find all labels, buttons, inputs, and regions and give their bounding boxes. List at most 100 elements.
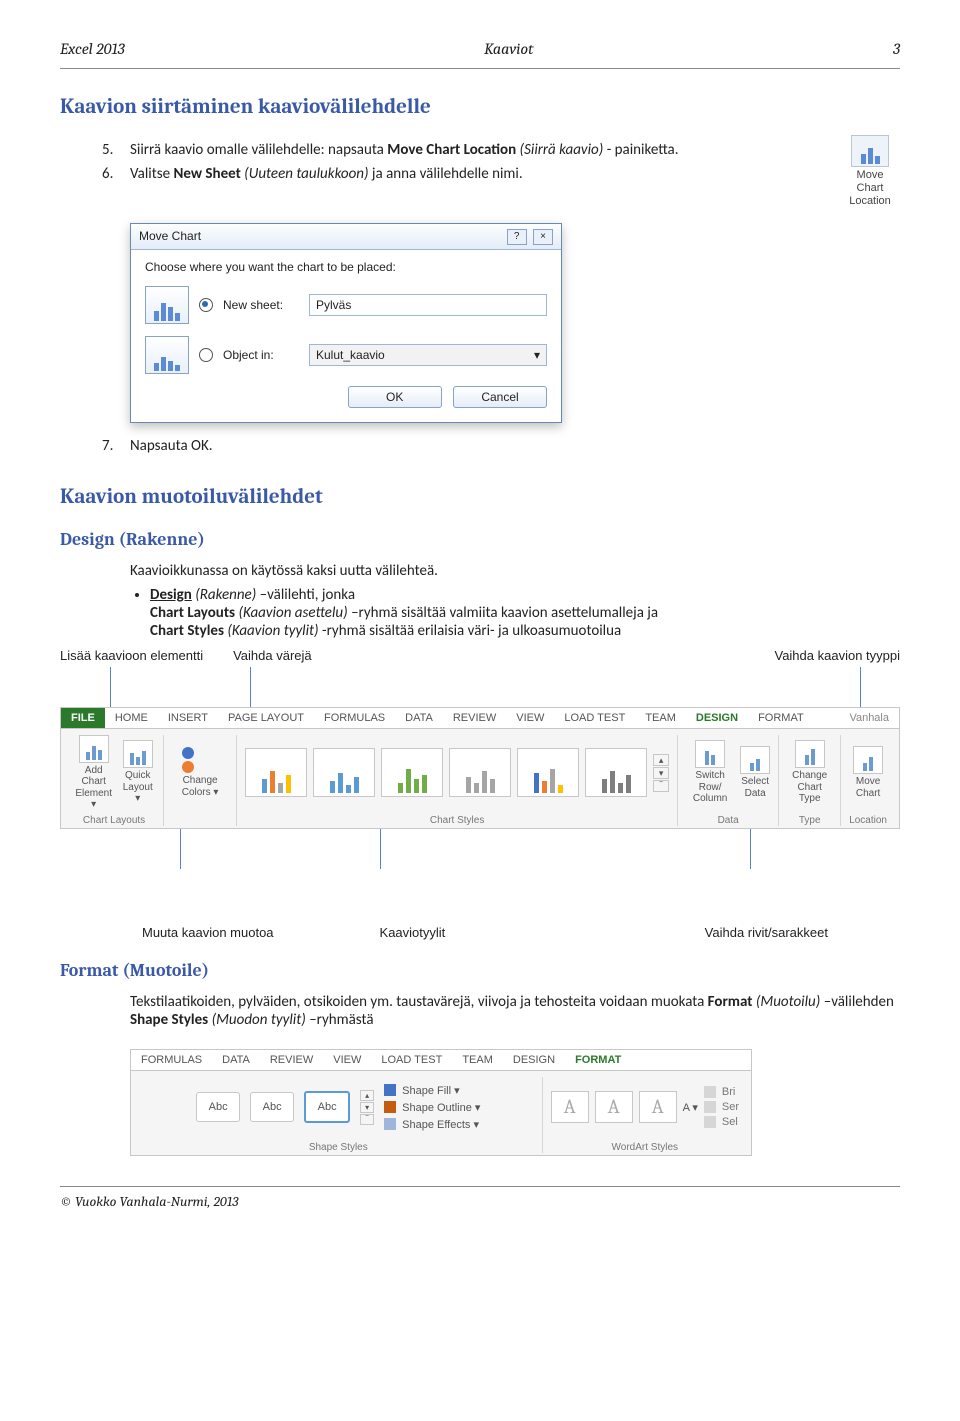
item-bold: Move Chart Location	[387, 141, 516, 159]
list-item: 7. Napsauta OK.	[130, 437, 900, 455]
chart-style-thumb[interactable]	[517, 748, 579, 797]
tab-view[interactable]: VIEW	[323, 1050, 371, 1070]
tab-home[interactable]: HOME	[105, 708, 158, 728]
header-left: Excel 2013	[60, 40, 125, 58]
shape-outline-button[interactable]: Shape Outline ▾	[384, 1101, 480, 1114]
object-in-combo[interactable]: Kulut_kaavio ▾	[309, 344, 547, 366]
styles-gallery-expand[interactable]: ▴ ▾ ‾	[653, 754, 669, 792]
radio-new-sheet[interactable]	[199, 298, 213, 312]
wordart-style-thumb[interactable]: A	[595, 1091, 633, 1123]
move-chart-button[interactable]: Move Chart	[853, 746, 883, 799]
change-colors-button[interactable]: Change Colors ▾	[182, 747, 219, 798]
send-back-button[interactable]: Ser	[704, 1101, 739, 1113]
button-label: A ▾	[683, 1101, 698, 1114]
new-sheet-name-input[interactable]: Pylväs	[309, 294, 547, 316]
styles-gallery-expand[interactable]: ▴ ▾ ‾	[360, 1090, 374, 1125]
group-label: Shape Styles	[143, 1142, 534, 1153]
tab-pagelayout[interactable]: PAGE LAYOUT	[218, 708, 314, 728]
item-bold: Chart Layouts	[150, 604, 235, 622]
item-text: ja anna välilehdelle nimi.	[372, 165, 523, 183]
annot-add-element: Lisää kaavioon elementti	[60, 648, 203, 663]
shape-fill-button[interactable]: Shape Fill ▾	[384, 1084, 460, 1097]
group-label: Data	[686, 815, 770, 826]
tab-format[interactable]: FORMAT	[565, 1050, 631, 1070]
tab-team[interactable]: TEAM	[452, 1050, 503, 1070]
add-chart-element-button[interactable]: Add Chart Element ▾	[73, 735, 114, 811]
text-fill-button[interactable]: A ▾	[683, 1101, 698, 1114]
option-object-in[interactable]: Object in: Kulut_kaavio ▾	[145, 336, 547, 374]
select-data-icon	[740, 746, 770, 774]
wordart-style-thumb[interactable]: A	[551, 1091, 589, 1123]
switch-row-col-button[interactable]: Switch Row/ Column	[686, 740, 734, 805]
group-shape-styles: Abc Abc Abc ▴ ▾ ‾ Shape Fill ▾ Shape Out…	[135, 1077, 543, 1153]
ribbon-tabs: FORMULAS DATA REVIEW VIEW LOAD TEST TEAM…	[131, 1050, 751, 1071]
combo-value: Kulut_kaavio	[316, 345, 385, 365]
tab-loadtest[interactable]: LOAD TEST	[554, 708, 635, 728]
tab-data[interactable]: DATA	[395, 708, 443, 728]
cancel-button[interactable]: Cancel	[453, 386, 547, 408]
tab-insert[interactable]: INSERT	[158, 708, 218, 728]
quick-layout-button[interactable]: Quick Layout ▾	[120, 740, 155, 805]
item-text: –ryhmästä	[309, 1011, 373, 1029]
button-label: Quick Layout ▾	[123, 770, 153, 804]
chart-style-thumb[interactable]	[449, 748, 511, 797]
tab-review[interactable]: REVIEW	[260, 1050, 323, 1070]
item-ital: (Kaavion asettelu)	[235, 604, 348, 622]
item-ital: (Muodon tyylit)	[212, 1011, 306, 1029]
list-item: Design (Rakenne) –välilehti, jonka Chart…	[150, 586, 900, 640]
chart-style-thumb[interactable]	[381, 748, 443, 797]
section2-bullets: Design (Rakenne) –välilehti, jonka Chart…	[60, 586, 900, 640]
option-label: Object in:	[223, 348, 299, 362]
annot-change-type: Vaihda kaavion tyyppi	[774, 648, 900, 663]
tab-review[interactable]: REVIEW	[443, 708, 506, 728]
group-wordart-styles: A A A A ▾ Bri Ser Sel WordArt Styles	[543, 1077, 747, 1153]
shape-style-thumb[interactable]: Abc	[250, 1092, 294, 1122]
header-rule	[60, 68, 900, 69]
option-new-sheet[interactable]: New sheet: Pylväs	[145, 286, 547, 324]
tab-loadtest[interactable]: LOAD TEST	[371, 1050, 452, 1070]
radio-object-in[interactable]	[199, 348, 213, 362]
move-chart-dialog: Move Chart ? × Choose where you want the…	[130, 223, 562, 423]
bring-forward-button[interactable]: Bri	[704, 1086, 739, 1098]
help-icon[interactable]: ?	[507, 229, 527, 245]
quick-layout-icon	[123, 740, 153, 768]
wordart-style-thumb[interactable]: A	[639, 1091, 677, 1123]
tab-data[interactable]: DATA	[212, 1050, 260, 1070]
new-sheet-icon	[145, 286, 189, 324]
item-text: - painiketta.	[607, 141, 679, 159]
change-chart-type-button[interactable]: Change Chart Type	[787, 740, 832, 805]
shape-effects-button[interactable]: Shape Effects ▾	[384, 1118, 479, 1131]
color-palette-icon	[182, 747, 219, 773]
ok-button[interactable]: OK	[348, 386, 442, 408]
chart-style-thumb[interactable]	[585, 748, 647, 797]
chevron-down-icon: ▾	[534, 345, 540, 365]
select-data-button[interactable]: Select Data	[740, 746, 770, 799]
tab-design[interactable]: DESIGN	[503, 1050, 565, 1070]
chart-style-thumb[interactable]	[313, 748, 375, 797]
section1-title: Kaavion siirtäminen kaaviovälilehdelle	[60, 95, 900, 119]
tab-formulas[interactable]: FORMULAS	[131, 1050, 212, 1070]
group-data: Switch Row/ Column Select Data Data	[678, 735, 779, 826]
design-ribbon: FILE HOME INSERT PAGE LAYOUT FORMULAS DA…	[60, 707, 900, 829]
item-ital: (Kaavion tyylit)	[224, 622, 319, 640]
item-number: 5.	[102, 141, 113, 159]
shape-style-thumb[interactable]: Abc	[196, 1092, 240, 1122]
shape-style-thumb[interactable]: Abc	[304, 1091, 350, 1123]
list-item: 5. Siirrä kaavio omalle välilehdelle: na…	[130, 141, 810, 159]
chart-type-icon	[795, 740, 825, 768]
button-label: Move Chart	[856, 776, 880, 799]
callout-lines	[60, 667, 900, 707]
tab-team[interactable]: TEAM	[635, 708, 686, 728]
tab-view[interactable]: VIEW	[506, 708, 554, 728]
item-ital: (Muotoilu)	[756, 993, 820, 1011]
object-in-icon	[145, 336, 189, 374]
button-label: Switch Row/ Column	[693, 770, 727, 804]
chart-style-thumb[interactable]	[245, 748, 307, 797]
move-chart-ribbon-button[interactable]: Move Chart Location	[840, 135, 900, 209]
close-icon[interactable]: ×	[533, 229, 553, 245]
tab-file[interactable]: FILE	[61, 708, 105, 728]
selection-pane-button[interactable]: Sel	[704, 1116, 739, 1128]
tab-formulas[interactable]: FORMULAS	[314, 708, 395, 728]
tab-design[interactable]: DESIGN	[686, 708, 748, 728]
tab-format[interactable]: FORMAT	[748, 708, 814, 728]
